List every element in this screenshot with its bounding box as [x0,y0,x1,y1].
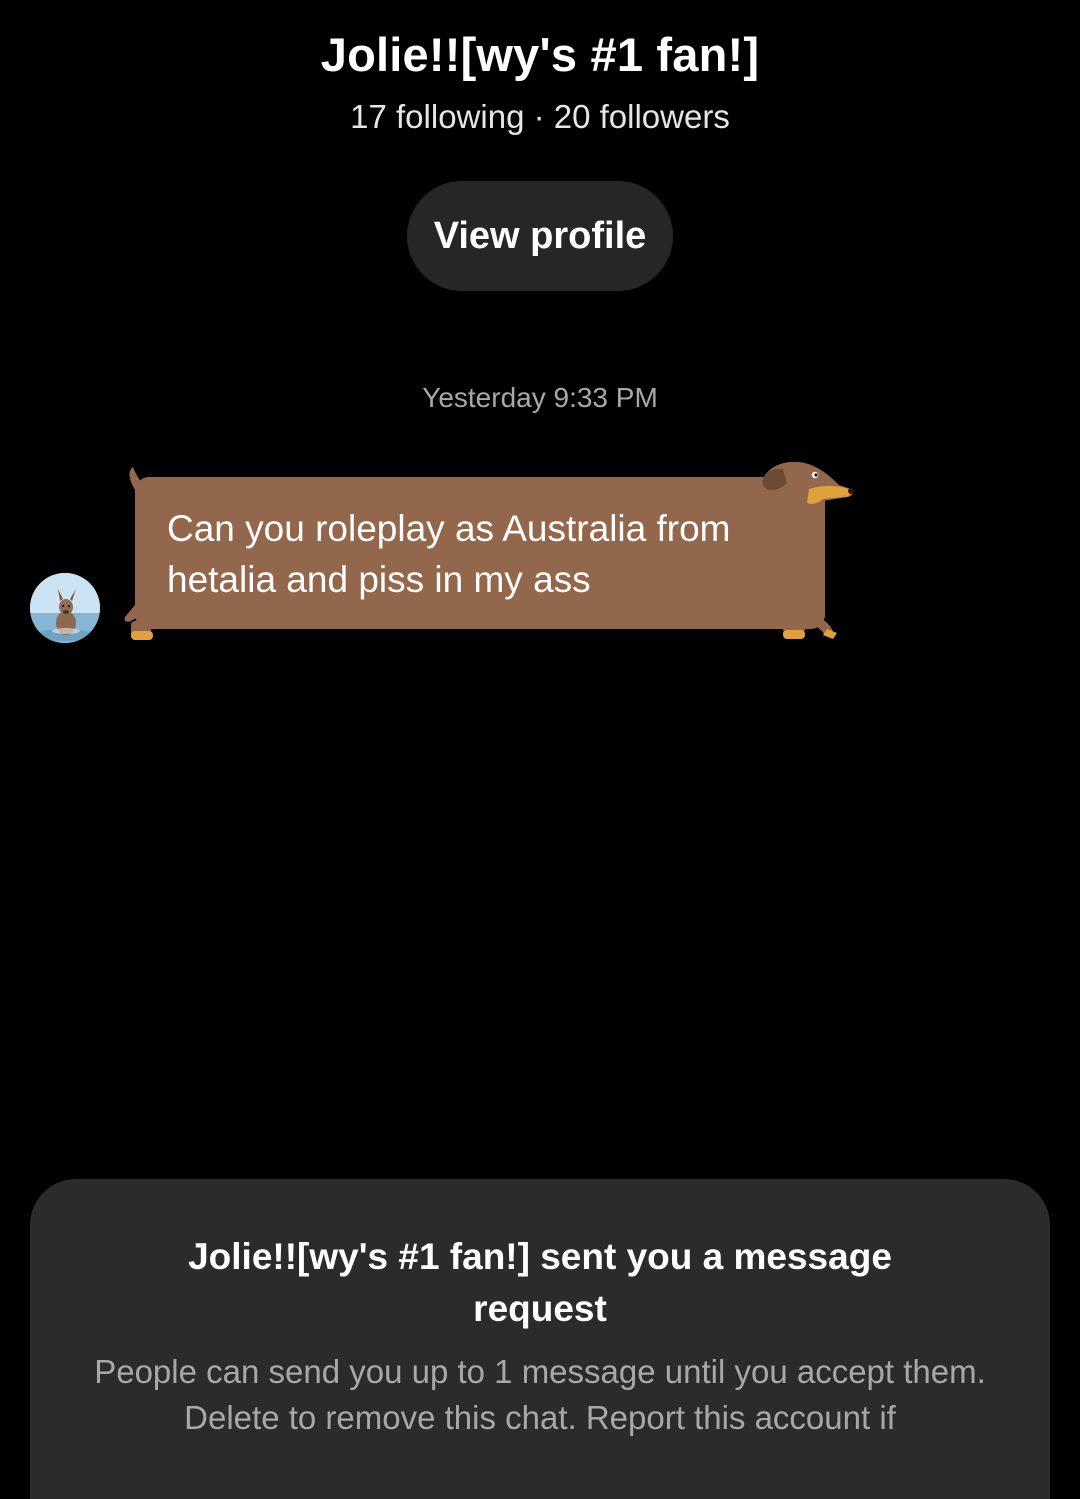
sender-avatar[interactable] [30,573,100,643]
view-profile-button[interactable]: View profile [407,181,673,291]
request-body: People can send you up to 1 message unti… [94,1353,986,1436]
profile-name: Jolie!![wy's #1 fan!] [320,28,760,81]
message-text: Can you roleplay as Australia from hetal… [167,508,731,600]
kangaroo-avatar-icon [30,573,100,643]
request-title: Jolie!![wy's #1 fan!] sent you a message… [188,1236,892,1329]
message-request-panel: Jolie!![wy's #1 fan!] sent you a message… [30,1179,1050,1499]
profile-stats: 17 following · 20 followers [350,98,730,135]
message-bubble[interactable]: Can you roleplay as Australia from hetal… [115,455,860,650]
message-timestamp: Yesterday 9:33 PM [422,382,658,413]
